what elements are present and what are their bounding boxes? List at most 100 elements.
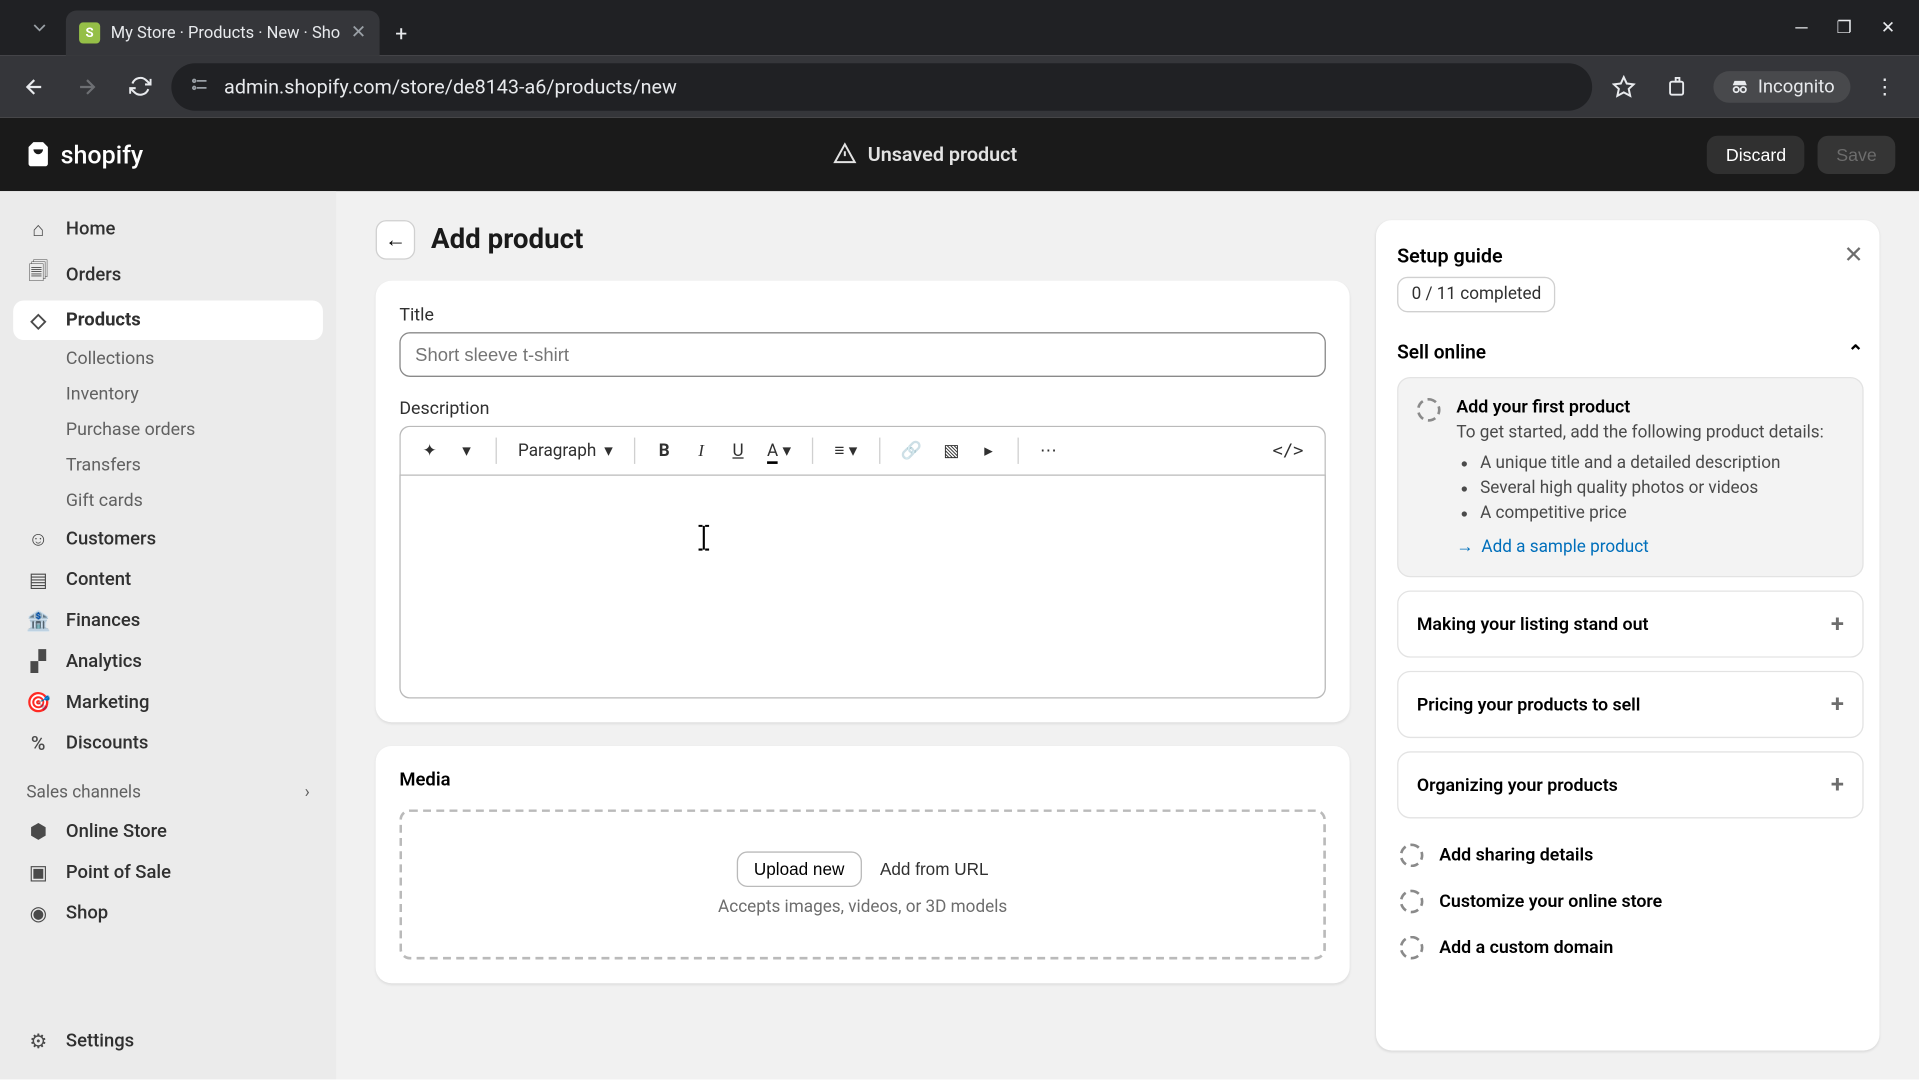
incognito-badge[interactable]: Incognito	[1713, 71, 1850, 103]
video-button[interactable]: ▸	[973, 436, 1005, 466]
sidebar-item-finances[interactable]: 🏦 Finances	[13, 601, 323, 641]
back-button[interactable]	[13, 65, 55, 107]
guide-custom-domain[interactable]: Add a custom domain	[1397, 924, 1864, 970]
sidebar-channel-online-store[interactable]: ⬢Online Store	[13, 812, 323, 852]
bold-button[interactable]: B	[648, 436, 680, 466]
task-circle-icon[interactable]	[1417, 398, 1441, 422]
sidebar-item-label: Products	[66, 310, 141, 331]
sidebar-item-label: Discounts	[66, 733, 149, 754]
sidebar-item-products[interactable]: ◇ Products	[13, 301, 323, 341]
chevron-up-icon: ⌃	[1848, 341, 1864, 363]
sidebar-item-label: Online Store	[66, 821, 167, 842]
underline-button[interactable]: U	[722, 436, 754, 466]
back-arrow-button[interactable]: ←	[376, 220, 416, 260]
close-guide-icon[interactable]: ✕	[1844, 241, 1864, 269]
close-window-icon[interactable]: ✕	[1881, 18, 1895, 38]
extensions-icon[interactable]	[1658, 65, 1700, 107]
sidebar-item-customers[interactable]: ☺Customers	[13, 519, 323, 559]
more-button[interactable]: ⋯	[1032, 436, 1065, 466]
sidebar-sub-gift-cards[interactable]: Gift cards	[13, 484, 323, 518]
task-label: Add sharing details	[1439, 844, 1593, 865]
sidebar-item-orders[interactable]: 🗐Orders	[13, 250, 323, 299]
paragraph-select[interactable]: Paragraph▾	[510, 436, 621, 466]
italic-button[interactable]: I	[685, 435, 717, 467]
sidebar-item-label: Point of Sale	[66, 862, 171, 883]
sales-channels-header[interactable]: Sales channels ›	[13, 764, 323, 810]
sidebar-item-home[interactable]: ⌂Home	[13, 210, 323, 250]
products-icon: ◇	[26, 308, 50, 332]
customers-icon: ☺	[26, 527, 50, 551]
add-from-url-button[interactable]: Add from URL	[880, 851, 989, 887]
guide-bullets: A unique title and a detailed descriptio…	[1456, 453, 1843, 523]
arrow-right-icon: →	[1456, 536, 1473, 557]
guide-first-product[interactable]: Add your first product To get started, a…	[1397, 377, 1864, 577]
ai-dropdown-icon[interactable]: ▾	[451, 436, 483, 466]
new-tab-button[interactable]: +	[379, 11, 423, 56]
title-label: Title	[399, 304, 1326, 325]
sidebar-item-content[interactable]: ▤Content	[13, 560, 323, 600]
bookmark-icon[interactable]	[1602, 65, 1644, 107]
sidebar-sub-collections[interactable]: Collections	[13, 341, 323, 375]
task-circle-icon[interactable]	[1400, 844, 1424, 868]
media-title: Media	[399, 770, 1326, 791]
source-code-button[interactable]: </>	[1265, 436, 1312, 466]
incognito-label: Incognito	[1758, 76, 1835, 97]
sidebar-sub-transfers[interactable]: Transfers	[13, 448, 323, 482]
ai-sparkle-icon[interactable]: ✦	[414, 436, 446, 466]
guide-customize-store[interactable]: Customize your online store	[1397, 878, 1864, 924]
sidebar-sub-purchase-orders[interactable]: Purchase orders	[13, 413, 323, 447]
browser-tab[interactable]: S My Store · Products · New · Sho ✕	[66, 11, 379, 56]
media-drop-zone[interactable]: Upload new Add from URL Accepts images, …	[399, 809, 1326, 959]
task-circle-icon[interactable]	[1400, 890, 1424, 914]
shopify-logo[interactable]: shopify	[24, 139, 143, 169]
sell-online-section[interactable]: Sell online ⌃	[1397, 341, 1864, 363]
forward-button[interactable]	[66, 65, 108, 107]
collapsed-label: Making your listing stand out	[1417, 614, 1649, 635]
sidebar-item-settings[interactable]: ⚙Settings	[13, 1021, 323, 1061]
minimize-icon[interactable]: ─	[1795, 17, 1807, 38]
maximize-icon[interactable]: ❐	[1837, 18, 1852, 38]
save-button: Save	[1818, 135, 1895, 173]
image-button[interactable]: ▧	[935, 436, 967, 466]
tab-search-icon[interactable]	[13, 0, 66, 55]
window-controls: ─ ❐ ✕	[1772, 0, 1919, 55]
sidebar-item-label: Finances	[66, 610, 140, 631]
sidebar-sub-inventory[interactable]: Inventory	[13, 377, 323, 411]
url-input[interactable]: admin.shopify.com/store/de8143-a6/produc…	[171, 63, 1591, 110]
guide-bullet: A unique title and a detailed descriptio…	[1480, 453, 1844, 473]
guide-sharing-details[interactable]: Add sharing details	[1397, 832, 1864, 878]
guide-organizing[interactable]: Organizing your products +	[1397, 751, 1864, 818]
media-card: Media Upload new Add from URL Accepts im…	[376, 746, 1350, 983]
finances-icon: 🏦	[26, 609, 50, 633]
gear-icon: ⚙	[26, 1029, 50, 1053]
text-color-button[interactable]: A ▾	[759, 436, 799, 466]
sidebar-item-marketing[interactable]: 🎯Marketing	[13, 683, 323, 723]
link-button[interactable]: 🔗	[893, 436, 930, 466]
chevron-right-icon: ›	[305, 783, 310, 803]
browser-menu-icon[interactable]: ⋮	[1864, 65, 1906, 107]
main-content: ← Add product Title Description ✦ ▾	[336, 191, 1919, 1079]
upload-new-button[interactable]: Upload new	[737, 851, 862, 887]
collapsed-label: Organizing your products	[1417, 774, 1618, 795]
add-sample-product-link[interactable]: → Add a sample product	[1456, 536, 1843, 557]
close-tab-icon[interactable]: ✕	[351, 22, 366, 43]
align-button[interactable]: ≡ ▾	[827, 435, 866, 467]
discard-button[interactable]: Discard	[1707, 135, 1804, 173]
plus-icon: +	[1831, 771, 1844, 799]
task-circle-icon[interactable]	[1400, 936, 1424, 960]
section-label: Sell online	[1397, 341, 1486, 363]
description-editor[interactable]	[399, 474, 1326, 698]
site-settings-icon[interactable]	[190, 73, 211, 99]
sidebar-channel-shop[interactable]: ◉Shop	[13, 894, 323, 934]
sidebar-item-analytics[interactable]: ▞Analytics	[13, 642, 323, 682]
reload-button[interactable]	[119, 65, 161, 107]
guide-listing-stand-out[interactable]: Making your listing stand out+	[1397, 590, 1864, 657]
chevron-down-icon: ▾	[604, 441, 613, 461]
guide-pricing[interactable]: Pricing your products to sell+	[1397, 671, 1864, 738]
sidebar-item-label: Home	[66, 219, 116, 240]
setup-progress-badge: 0 / 11 completed	[1397, 277, 1556, 313]
title-input[interactable]	[399, 332, 1326, 377]
sidebar-item-label: Shop	[66, 903, 108, 924]
sidebar-item-discounts[interactable]: %Discounts	[13, 724, 323, 764]
sidebar-channel-pos[interactable]: ▣Point of Sale	[13, 853, 323, 893]
